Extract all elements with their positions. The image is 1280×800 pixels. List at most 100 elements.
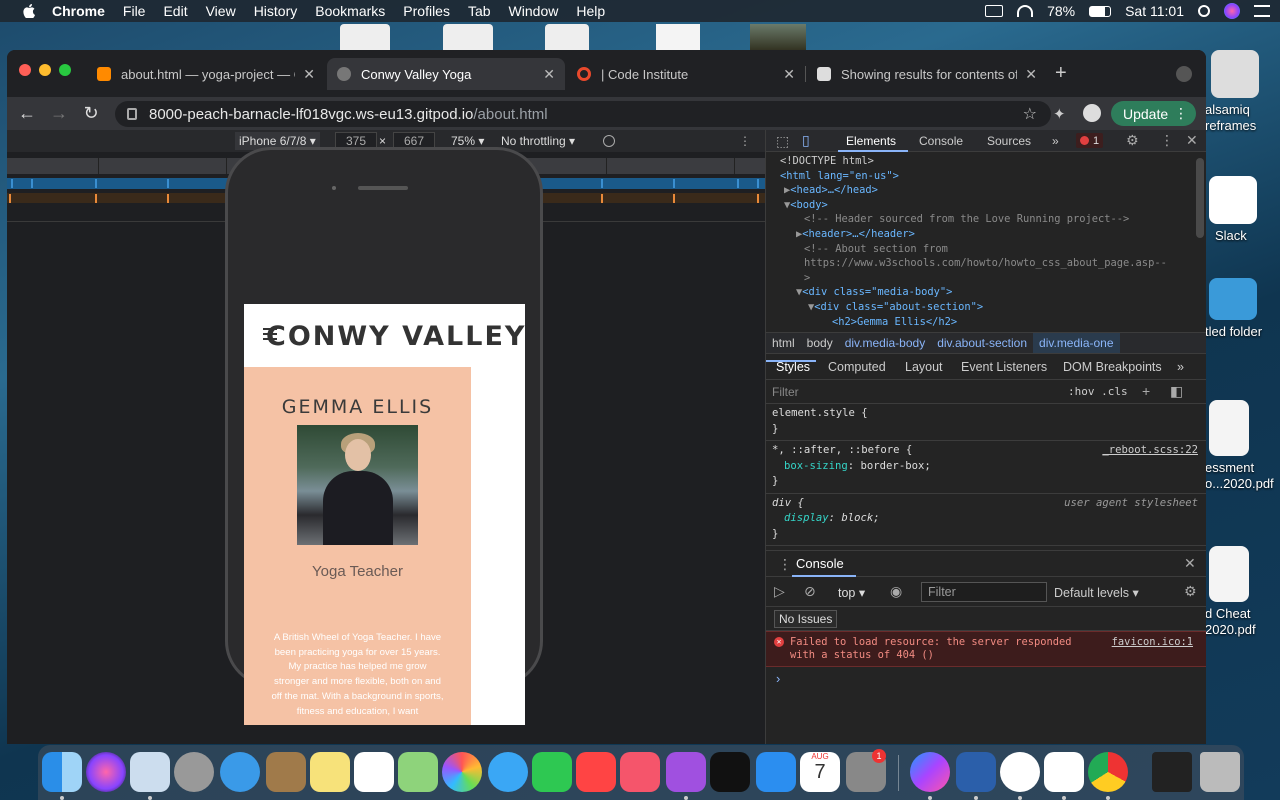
battery-icon[interactable] [1089,5,1112,17]
menu-app-name[interactable]: Chrome [52,3,105,19]
tab-styles[interactable]: Styles [776,360,810,374]
update-button[interactable]: Update ⋮ [1111,101,1196,126]
extensions-puzzle-icon[interactable]: ✦ [1053,105,1069,123]
clear-console-icon[interactable]: ⊘ [804,583,816,600]
toggle-sidebar-icon[interactable]: ◧ [1170,383,1183,400]
dom-head-row[interactable]: ▶<head>…</head> [780,183,1206,198]
tab-console[interactable]: Console [919,134,963,148]
no-issues-button[interactable]: No Issues [774,610,838,628]
music-icon[interactable] [620,752,660,792]
tab-more[interactable]: » [1052,134,1059,148]
rule-reboot[interactable]: *, ::after, ::before { box-sizing: borde… [766,441,1206,494]
settings-gear-icon[interactable]: ⚙ [1126,132,1139,149]
menu-history[interactable]: History [254,3,298,19]
menu-window[interactable]: Window [509,3,559,19]
dom-about-section-row[interactable]: ▼<div class="about-section"> [780,300,1206,315]
show-sidebar-icon[interactable]: ▷ [774,583,785,600]
dom-tree[interactable]: <!DOCTYPE html> <html lang="en-us"> ▶<he… [766,152,1206,332]
dom-html[interactable]: <html lang="en-us"> [780,169,1206,184]
tab-elements[interactable]: Elements [846,134,896,148]
crumb-about-section[interactable]: div.about-section [931,336,1033,350]
close-tab-icon[interactable]: ✕ [783,66,795,83]
trash-icon[interactable] [1200,752,1240,792]
forward-button[interactable]: → [43,103,75,124]
chrome-icon[interactable] [1088,752,1128,792]
contacts-icon[interactable] [266,752,306,792]
tab-layout[interactable]: Layout [905,360,943,374]
apple-tv-icon[interactable] [710,752,750,792]
safari-icon[interactable] [220,752,260,792]
drawer-menu-icon[interactable]: ⋮ [778,556,792,573]
crumb-html[interactable]: html [766,336,801,350]
menu-help[interactable]: Help [576,3,605,19]
dom-doctype[interactable]: <!DOCTYPE html> [780,154,1206,169]
siri-icon[interactable] [1224,3,1240,19]
smiley-app-icon[interactable] [1000,752,1040,792]
facetime-icon[interactable] [532,752,572,792]
error-count-badge[interactable]: 1 [1076,133,1104,148]
word-icon[interactable] [956,752,996,792]
tab-search-button[interactable] [1176,66,1192,82]
tab-more-styles[interactable]: » [1177,360,1184,374]
desktop-item-folder[interactable]: tled folder [1205,278,1280,339]
maps-icon[interactable] [398,752,438,792]
minimize-window-button[interactable] [39,64,51,76]
dom-header-row[interactable]: ▶<header>…</header> [780,227,1206,242]
calendar-icon[interactable]: AUG 7 [800,752,840,792]
hov-cls-toggles[interactable]: :hov .cls [1068,385,1128,398]
profile-avatar-icon[interactable] [1083,104,1101,122]
tab-conwy-valley-yoga[interactable]: Conwy Valley Yoga ✕ [327,58,565,90]
photos-icon[interactable] [442,752,482,792]
dom-body-row[interactable]: ▼<body> [780,198,1206,213]
desktop-file-thumbnail[interactable] [545,24,589,50]
tab-search-results[interactable]: Showing results for contents of ✕ [807,58,1047,90]
tab-computed[interactable]: Computed [828,360,886,374]
finder-icon[interactable] [42,752,82,792]
tab-dom-breakpoints[interactable]: DOM Breakpoints [1063,360,1162,374]
styles-filter-input[interactable]: Filter [772,385,1058,399]
address-bar[interactable]: 8000-peach-barnacle-lf018vgc.ws-eu13.git… [115,101,1051,127]
console-error-message[interactable]: ✕ Failed to load resource: the server re… [766,631,1206,667]
apple-logo-icon[interactable] [18,4,40,18]
device-more-icon[interactable]: ⋮ [739,134,751,148]
tab-gitpod[interactable]: about.html — yoga-project — G ✕ [87,58,325,90]
console-prompt[interactable]: › [766,667,1206,690]
menu-file[interactable]: File [123,3,146,19]
zoom-window-button[interactable] [59,64,71,76]
messenger-icon[interactable] [910,752,950,792]
rotate-icon[interactable] [603,135,615,147]
spotlight-search-icon[interactable] [1198,5,1210,17]
bookmark-star-icon[interactable]: ☆ [1023,104,1037,124]
desktop-file-thumbnail[interactable] [340,24,390,50]
menu-tab[interactable]: Tab [468,3,491,19]
menu-view[interactable]: View [206,3,236,19]
new-tab-button[interactable]: + [1055,62,1067,85]
throttling-select[interactable]: No throttling ▾ [501,134,575,148]
dom-comment[interactable]: https://www.w3schools.com/howto/howto_cs… [780,256,1206,271]
desktop-item-assessment[interactable]: essment o...2020.pdf [1205,400,1280,492]
dom-comment[interactable]: > [780,271,1206,286]
console-drawer-title[interactable]: Console [796,556,844,571]
airplay-icon[interactable] [985,5,1004,17]
console-settings-gear-icon[interactable]: ⚙ [1184,583,1197,600]
tab-code-institute[interactable]: | Code Institute ✕ [567,58,805,90]
close-devtools-icon[interactable]: ✕ [1186,132,1198,149]
launchpad-icon[interactable] [174,752,214,792]
close-tab-icon[interactable]: ✕ [543,66,555,83]
wifi-icon[interactable] [1017,5,1034,17]
back-button[interactable]: ← [11,103,43,124]
zoom-select[interactable]: 75% ▾ [451,134,484,148]
rule-source-link[interactable]: _reboot.scss:22 [1102,443,1198,459]
messages-icon[interactable] [488,752,528,792]
dom-comment[interactable]: <!-- About section from [780,242,1206,257]
live-expression-eye-icon[interactable]: ◉ [890,583,902,600]
dom-scrollbar[interactable] [1196,158,1204,238]
inspect-element-icon[interactable]: ⬚ [776,133,789,150]
desktop-photo-thumbnail[interactable] [750,24,806,50]
siri-icon[interactable] [86,752,126,792]
rule-element-style[interactable]: element.style { } [766,404,1206,441]
slack-icon[interactable] [1044,752,1084,792]
new-style-rule-icon[interactable]: + [1142,383,1150,399]
reload-button[interactable]: ↻ [75,103,107,124]
rule-div-ua[interactable]: div { display: block; } user agent style… [766,494,1206,546]
